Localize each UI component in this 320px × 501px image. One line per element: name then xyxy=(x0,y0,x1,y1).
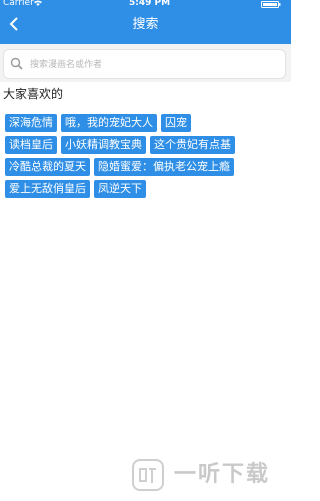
page-title: 搜索 xyxy=(132,17,159,32)
tag[interactable]: 凤逆天下 xyxy=(94,180,146,198)
popular-section-title: 大家喜欢的 xyxy=(3,87,64,101)
clock: 5:49 PM xyxy=(129,0,171,8)
search-box[interactable] xyxy=(3,49,286,79)
tag[interactable]: 哦，我的宠妃大人 xyxy=(61,114,157,132)
popular-tags: 深海危情 哦，我的宠妃大人 囚宠 读档皇后 小妖精调教宝典 这个贵妃有点基 冷酷… xyxy=(5,114,288,202)
status-bar: Carrier 5:49 PM xyxy=(0,0,291,9)
search-icon xyxy=(10,57,23,70)
tag[interactable]: 冷酷总裁的夏天 xyxy=(5,158,90,176)
tag[interactable]: 这个贵妃有点基 xyxy=(150,136,235,154)
tag[interactable]: 读档皇后 xyxy=(5,136,57,154)
carrier-label: Carrier xyxy=(3,0,34,8)
tag[interactable]: 囚宠 xyxy=(161,114,191,132)
wifi-icon xyxy=(34,0,42,6)
app-header: Carrier 5:49 PM 搜索 xyxy=(0,0,291,44)
tag-row: 读档皇后 小妖精调教宝典 这个贵妃有点基 xyxy=(5,136,288,154)
search-input[interactable] xyxy=(30,55,270,73)
tag-row: 冷酷总裁的夏天 隐婚蜜爱：偏执老公宠上瘾 xyxy=(5,158,288,176)
tag[interactable]: 隐婚蜜爱：偏执老公宠上瘾 xyxy=(94,158,234,176)
search-bar xyxy=(0,44,291,82)
tag-row: 爱上无敌俏皇后 凤逆天下 xyxy=(5,180,288,198)
watermark-text: 一听下载 xyxy=(174,462,271,487)
battery-icon xyxy=(261,1,281,8)
tag[interactable]: 小妖精调教宝典 xyxy=(61,136,146,154)
tag-row: 深海危情 哦，我的宠妃大人 囚宠 xyxy=(5,114,288,132)
tag[interactable]: 深海危情 xyxy=(5,114,57,132)
watermark-logo-icon xyxy=(132,459,164,491)
tag[interactable]: 爱上无敌俏皇后 xyxy=(5,180,90,198)
watermark: 一听下载 xyxy=(132,457,284,493)
